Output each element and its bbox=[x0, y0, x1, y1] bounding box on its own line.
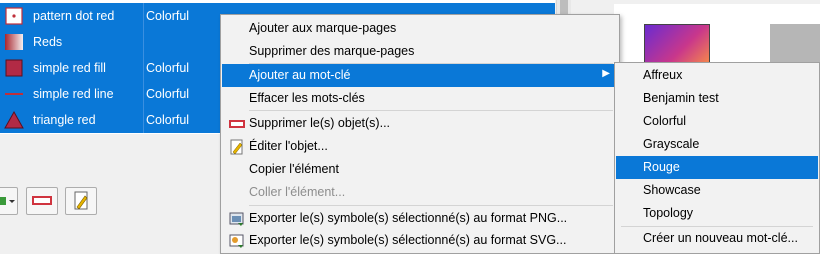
menu-separator bbox=[249, 205, 613, 206]
gradient-icon bbox=[5, 34, 23, 50]
symbol-tag: Colorful bbox=[146, 61, 190, 75]
menu-delete-objects[interactable]: Supprimer le(s) objet(s)... bbox=[222, 112, 618, 135]
submenu-tag-grayscale[interactable]: Grayscale bbox=[616, 133, 818, 156]
menu-export-svg[interactable]: Exporter le(s) symbole(s) sélectionné(s)… bbox=[222, 229, 618, 252]
remove-icon bbox=[32, 196, 52, 205]
menu-item-label: Copier l'élément bbox=[249, 162, 339, 176]
menu-add-to-tag[interactable]: Ajouter au mot-clé ▶ bbox=[222, 64, 618, 87]
submenu-item-label: Affreux bbox=[643, 68, 683, 82]
menu-item-label: Ajouter au mot-clé bbox=[249, 68, 351, 82]
submenu-item-label: Créer un nouveau mot-clé... bbox=[643, 231, 798, 245]
menu-item-label: Supprimer des marque-pages bbox=[249, 44, 415, 58]
submenu-item-label: Colorful bbox=[643, 114, 687, 128]
menu-item-label: Exporter le(s) symbole(s) sélectionné(s)… bbox=[249, 233, 567, 247]
submenu-item-label: Grayscale bbox=[643, 137, 700, 151]
symbol-preview-pane bbox=[614, 4, 820, 74]
pattern-dot-icon bbox=[5, 7, 23, 25]
export-image-icon bbox=[229, 212, 244, 226]
menu-clear-tags[interactable]: Effacer les mots-clés bbox=[222, 87, 618, 110]
menu-export-png[interactable]: Exporter le(s) symbole(s) sélectionné(s)… bbox=[222, 207, 618, 230]
remove-symbol-button[interactable] bbox=[26, 187, 58, 215]
menu-paste-item: Coller l'élément... bbox=[222, 181, 618, 204]
edit-pencil-icon bbox=[74, 191, 88, 210]
symbol-name: simple red line bbox=[33, 87, 114, 101]
symbol-name: pattern dot red bbox=[33, 9, 115, 23]
add-symbol-button[interactable] bbox=[0, 187, 18, 215]
submenu-tag-rouge[interactable]: Rouge bbox=[616, 156, 818, 179]
symbol-name: triangle red bbox=[33, 113, 96, 127]
add-symbol-icon bbox=[0, 197, 15, 205]
submenu-item-label: Topology bbox=[643, 206, 694, 220]
menu-separator bbox=[249, 110, 613, 111]
symbol-name: simple red fill bbox=[33, 61, 106, 75]
menu-edit-object[interactable]: Éditer l'objet... bbox=[222, 135, 618, 158]
submenu-tag-topology[interactable]: Topology bbox=[616, 202, 818, 225]
submenu-tag-colorful[interactable]: Colorful bbox=[616, 110, 818, 133]
menu-item-label: Exporter le(s) symbole(s) sélectionné(s)… bbox=[249, 211, 568, 225]
symbol-name: Reds bbox=[33, 35, 63, 49]
column-divider bbox=[143, 3, 144, 133]
red-line-icon bbox=[5, 93, 23, 95]
menu-item-label: Coller l'élément... bbox=[249, 185, 346, 199]
menu-item-label: Ajouter aux marque-pages bbox=[249, 21, 397, 35]
context-menu: Ajouter aux marque-pages Supprimer des m… bbox=[220, 14, 620, 254]
symbol-tag: Colorful bbox=[146, 9, 190, 23]
submenu-item-label: Showcase bbox=[643, 183, 701, 197]
submenu-item-label: Rouge bbox=[643, 160, 680, 174]
menu-item-label: Éditer l'objet... bbox=[249, 139, 328, 153]
scrollbar-thumb[interactable] bbox=[560, 0, 568, 14]
menu-add-bookmark[interactable]: Ajouter aux marque-pages bbox=[222, 17, 618, 40]
submenu-item-label: Benjamin test bbox=[643, 91, 719, 105]
submenu-tag-showcase[interactable]: Showcase bbox=[616, 179, 818, 202]
triangle-icon bbox=[4, 110, 24, 129]
edit-symbol-button[interactable] bbox=[65, 187, 97, 215]
symbol-toolbar bbox=[0, 185, 222, 219]
edit-pencil-icon bbox=[230, 139, 243, 155]
tag-submenu: Affreux Benjamin test Colorful Grayscale… bbox=[614, 62, 820, 254]
menu-remove-bookmark[interactable]: Supprimer des marque-pages bbox=[222, 40, 618, 63]
submenu-tag-affreux[interactable]: Affreux bbox=[616, 64, 818, 87]
remove-icon bbox=[229, 120, 245, 128]
submenu-create-new-tag[interactable]: Créer un nouveau mot-clé... bbox=[616, 227, 818, 250]
export-svg-icon bbox=[229, 234, 244, 248]
submenu-tag-benjamin-test[interactable]: Benjamin test bbox=[616, 87, 818, 110]
menu-item-label: Supprimer le(s) objet(s)... bbox=[249, 116, 391, 130]
submenu-arrow-icon: ▶ bbox=[602, 68, 610, 79]
symbol-tag: Colorful bbox=[146, 87, 190, 101]
symbol-tag: Colorful bbox=[146, 113, 190, 127]
red-fill-icon bbox=[5, 59, 23, 77]
menu-copy-item[interactable]: Copier l'élément bbox=[222, 158, 618, 181]
menu-item-label: Effacer les mots-clés bbox=[249, 91, 365, 105]
